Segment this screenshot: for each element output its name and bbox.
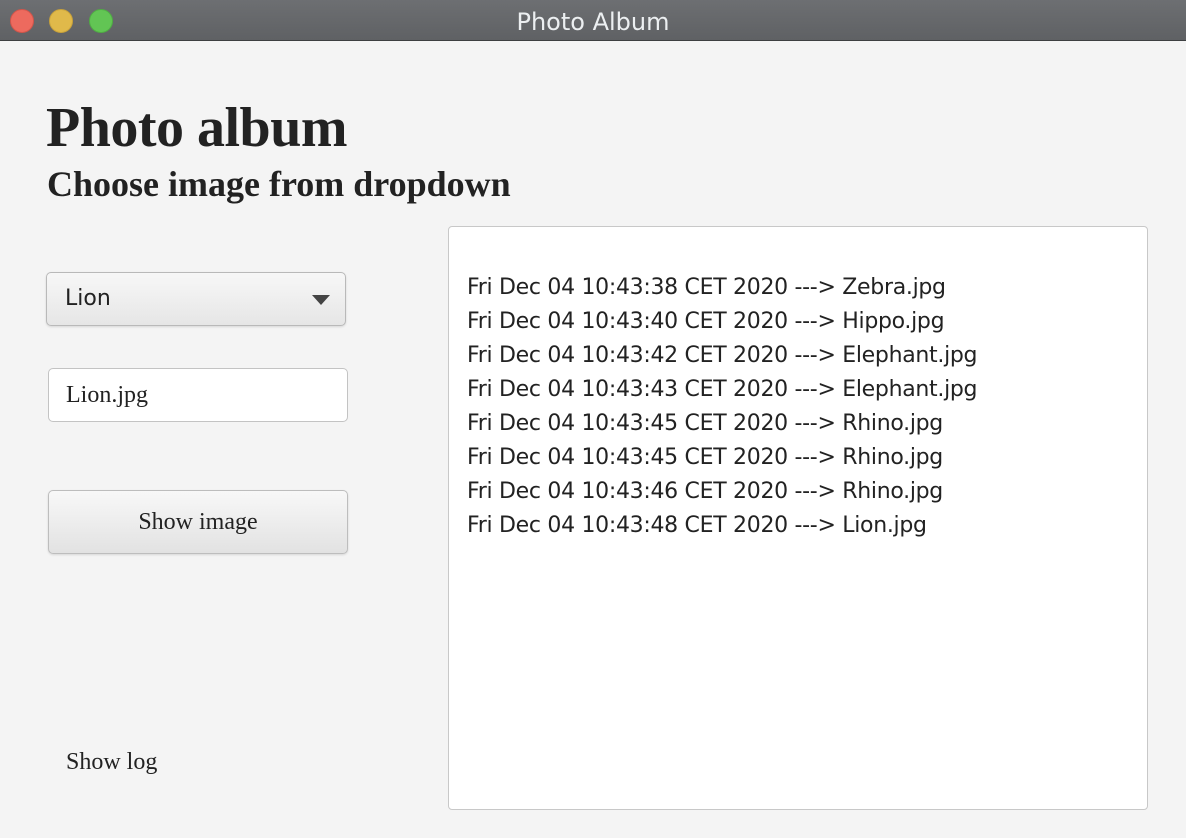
show-log-link[interactable]: Show log (66, 749, 157, 776)
filename-field[interactable] (48, 368, 348, 422)
log-entry: Fri Dec 04 10:43:45 CET 2020 ---> Rhino.… (467, 411, 943, 436)
page-title: Photo album (46, 97, 348, 159)
window-title: Photo Album (516, 8, 670, 36)
log-textarea[interactable]: Fri Dec 04 10:43:38 CET 2020 ---> Zebra.… (448, 226, 1148, 810)
image-dropdown[interactable]: Lion (46, 272, 346, 326)
log-entry: Fri Dec 04 10:43:40 CET 2020 ---> Hippo.… (467, 309, 945, 334)
window-titlebar: Photo Album (0, 0, 1186, 41)
page-subtitle: Choose image from dropdown (47, 164, 511, 204)
log-entry: Fri Dec 04 10:43:46 CET 2020 ---> Rhino.… (467, 479, 943, 504)
log-entry: Fri Dec 04 10:43:38 CET 2020 ---> Zebra.… (467, 275, 946, 300)
show-image-button[interactable]: Show image (48, 490, 348, 554)
dropdown-selected-value: Lion (65, 286, 111, 311)
log-entry: Fri Dec 04 10:43:43 CET 2020 ---> Elepha… (467, 377, 978, 402)
chevron-down-icon (312, 295, 330, 305)
log-entry: Fri Dec 04 10:43:48 CET 2020 ---> Lion.j… (467, 513, 927, 538)
log-entry: Fri Dec 04 10:43:45 CET 2020 ---> Rhino.… (467, 445, 943, 470)
log-entry: Fri Dec 04 10:43:42 CET 2020 ---> Elepha… (467, 343, 978, 368)
